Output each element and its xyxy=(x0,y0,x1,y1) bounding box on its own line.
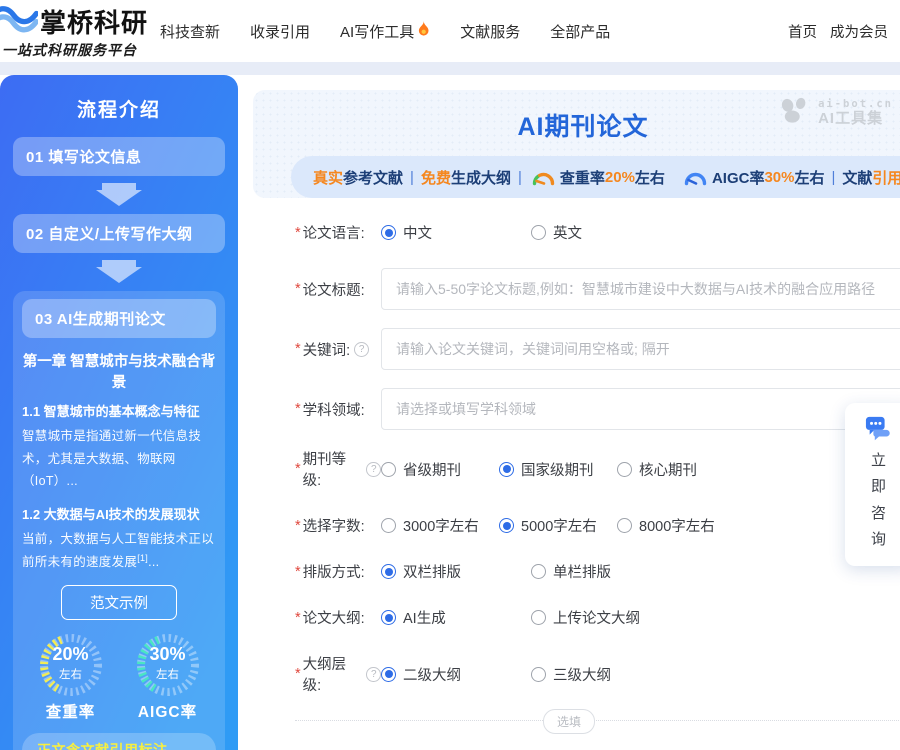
radio-icon xyxy=(499,518,514,533)
form-row-language: *论文语言: 中文 英文 xyxy=(295,222,900,243)
field-label: *大纲层级:? xyxy=(295,653,381,695)
process-sidebar: 流程介绍 01 填写论文信息 02 自定义/上传写作大纲 03 AI生成期刊论文… xyxy=(0,75,238,750)
nav-item-citation[interactable]: 收录引用 xyxy=(250,21,310,42)
radio-icon xyxy=(617,518,632,533)
optional-badge: 选填 xyxy=(543,709,595,734)
field-label: *论文大纲: xyxy=(295,607,381,628)
radio-icon xyxy=(381,610,396,625)
wave-logo-icon xyxy=(0,2,40,41)
help-icon[interactable]: ? xyxy=(366,667,381,682)
arrow-down-icon xyxy=(96,183,142,207)
brand-logo[interactable]: 掌桥科研 一站式科研服务平台 xyxy=(0,2,148,60)
paper-form: *论文语言: 中文 英文 *论文标题: *关键词:? *学科领域: *期刊等级:… xyxy=(253,222,900,750)
page-header-card: ai-bot.cn AI工具集 AI期刊论文 真实参考文献|免费生成大纲|查重率… xyxy=(253,90,900,198)
radio-two-column[interactable]: 双栏排版 xyxy=(381,561,531,582)
radio-icon xyxy=(499,462,514,477)
radio-english[interactable]: 英文 xyxy=(531,222,681,243)
field-label: *排版方式: xyxy=(295,561,381,582)
form-row-outline-level: *大纲层级:? 二级大纲 三级大纲 xyxy=(295,653,900,695)
form-row-layout: *排版方式: 双栏排版 单栏排版 xyxy=(295,561,900,582)
radio-5000-words[interactable]: 5000字左右 xyxy=(499,515,617,536)
feature-pill-citation[interactable]: 正文含文献引用标注 xyxy=(22,733,216,750)
radio-icon xyxy=(617,462,632,477)
nav-item-literature[interactable]: 文献服务 xyxy=(460,21,520,42)
nav-item-all-products[interactable]: 全部产品 xyxy=(550,21,610,42)
field-label: *关键词:? xyxy=(295,339,381,360)
step3-preview-panel: 03 AI生成期刊论文 第一章 智慧城市与技术融合背景 1.1 智慧城市的基本概… xyxy=(13,291,225,750)
field-label: *期刊等级:? xyxy=(295,448,381,490)
radio-icon xyxy=(531,564,546,579)
help-icon[interactable]: ? xyxy=(354,342,369,357)
keywords-input[interactable] xyxy=(381,328,900,370)
paper-title-input[interactable] xyxy=(381,268,900,310)
radio-icon xyxy=(381,518,396,533)
gauge-icon xyxy=(683,169,707,186)
nav-link-membership[interactable]: 成为会员 xyxy=(830,21,888,42)
radio-icon xyxy=(531,610,546,625)
preview-section-text: 智慧城市是指通过新一代信息技术，尤其是大数据、物联网（IoT）... xyxy=(22,425,216,493)
preview-section-heading: 1.2 大数据与AI技术的发展现状 xyxy=(22,504,216,523)
field-label: *论文语言: xyxy=(295,222,381,243)
optional-section-divider: 选填 xyxy=(295,720,900,721)
form-row-keywords: *关键词:? xyxy=(295,328,900,370)
radio-icon xyxy=(531,225,546,240)
brand-title: 掌桥科研 xyxy=(40,3,148,40)
rate-gauges: 20% 左右 查重率 30% 左右 AIGC率 xyxy=(22,632,216,722)
sample-paper-button[interactable]: 范文示例 xyxy=(61,585,177,620)
radio-three-level-outline[interactable]: 三级大纲 xyxy=(531,664,681,685)
paw-icon xyxy=(779,96,813,129)
radio-icon xyxy=(381,667,396,682)
nav-item-novelty[interactable]: 科技查新 xyxy=(160,21,220,42)
step-card-1: 01 填写论文信息 xyxy=(13,137,225,176)
step-card-2: 02 自定义/上传写作大纲 xyxy=(13,214,225,253)
form-row-outline: *论文大纲: AI生成 上传论文大纲 xyxy=(295,607,900,628)
duplicate-rate-gauge: 20% 左右 查重率 xyxy=(38,632,104,722)
features-banner: 真实参考文献|免费生成大纲|查重率20%左右AIGC率30% 左右|文献引用标注… xyxy=(291,156,900,198)
radio-provincial-journal[interactable]: 省级期刊 xyxy=(381,459,499,480)
nav-item-ai-writing[interactable]: AI写作工具 xyxy=(340,21,430,42)
brand-tagline: 一站式科研服务平台 xyxy=(2,40,137,60)
gauge-icon xyxy=(531,169,555,186)
radio-two-level-outline[interactable]: 二级大纲 xyxy=(381,664,531,685)
nav-menu: 科技查新 收录引用 AI写作工具 文献服务 全部产品 xyxy=(160,21,610,42)
field-label: *论文标题: xyxy=(295,279,381,300)
nav-right-links: 首页 成为会员 我的 xyxy=(788,21,900,42)
radio-3000-words[interactable]: 3000字左右 xyxy=(381,515,499,536)
page-top-strip xyxy=(0,62,900,75)
consult-float-button[interactable]: 立 即 咨 询 xyxy=(845,403,900,566)
radio-icon xyxy=(531,667,546,682)
radio-upload-outline[interactable]: 上传论文大纲 xyxy=(531,607,681,628)
preview-chapter-title: 第一章 智慧城市与技术融合背景 xyxy=(22,350,216,392)
preview-section-text: 当前，大数据与人工智能技术正以前所未有的速度发展[1]... xyxy=(22,528,216,574)
citation-marker: [1] xyxy=(137,553,148,563)
radio-single-column[interactable]: 单栏排版 xyxy=(531,561,681,582)
flame-icon xyxy=(417,21,430,41)
radio-core-journal[interactable]: 核心期刊 xyxy=(617,459,735,480)
preview-section-heading: 1.1 智慧城市的基本概念与特征 xyxy=(22,401,216,420)
radio-national-journal[interactable]: 国家级期刊 xyxy=(499,459,617,480)
step-card-3: 03 AI生成期刊论文 xyxy=(22,299,216,338)
help-icon[interactable]: ? xyxy=(366,462,381,477)
chat-bubbles-icon xyxy=(863,430,895,447)
form-row-word-count: *选择字数: 3000字左右 5000字左右 8000字左右 xyxy=(295,515,900,536)
arrow-down-icon xyxy=(96,260,142,284)
radio-icon xyxy=(381,225,396,240)
field-label: *选择字数: xyxy=(295,515,381,536)
sidebar-title: 流程介绍 xyxy=(13,75,225,137)
radio-icon xyxy=(381,462,396,477)
radio-icon xyxy=(381,564,396,579)
field-label: *学科领域: xyxy=(295,399,381,420)
form-row-journal-level: *期刊等级:? 省级期刊 国家级期刊 核心期刊 xyxy=(295,448,900,490)
watermark: ai-bot.cn AI工具集 xyxy=(779,96,893,129)
top-navbar: 掌桥科研 一站式科研服务平台 科技查新 收录引用 AI写作工具 文献服务 全部产… xyxy=(0,0,900,62)
radio-8000-words[interactable]: 8000字左右 xyxy=(617,515,735,536)
subject-field-input[interactable] xyxy=(381,388,900,430)
radio-ai-generate-outline[interactable]: AI生成 xyxy=(381,607,531,628)
aigc-rate-gauge: 30% 左右 AIGC率 xyxy=(135,632,201,722)
form-row-subject: *学科领域: xyxy=(295,388,900,430)
consult-label: 立 即 咨 询 xyxy=(845,448,900,553)
form-row-title: *论文标题: xyxy=(295,268,900,310)
nav-link-home[interactable]: 首页 xyxy=(788,21,817,42)
radio-chinese[interactable]: 中文 xyxy=(381,222,531,243)
